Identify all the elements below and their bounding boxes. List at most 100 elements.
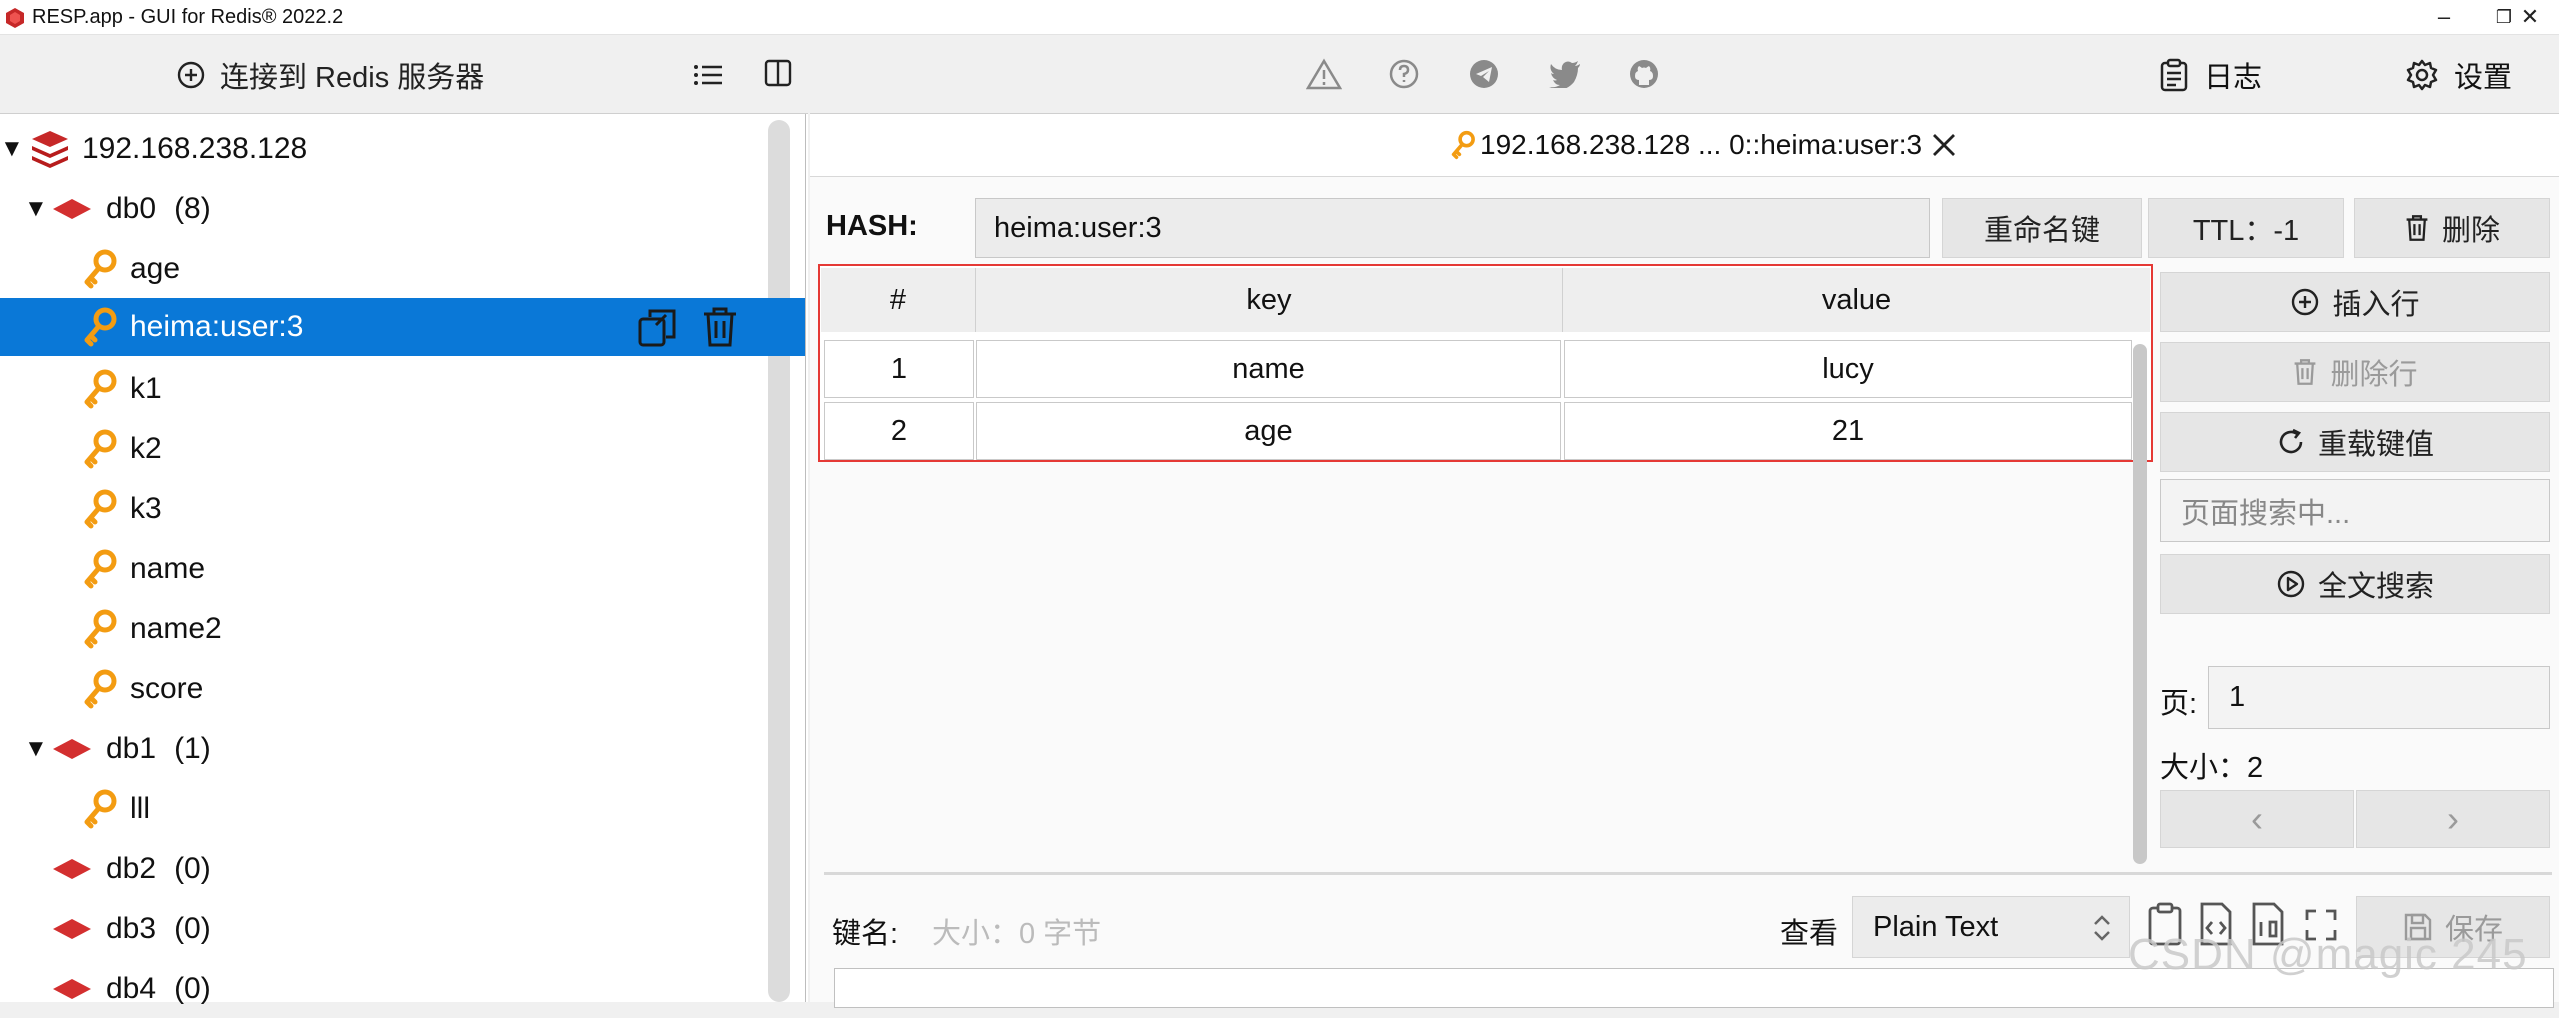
db-count: (0)	[174, 852, 211, 885]
delete-key-button[interactable]: 删除	[2354, 198, 2550, 258]
key-icon	[84, 489, 117, 529]
tree-key-k1[interactable]: k1	[82, 360, 162, 418]
database-icon	[53, 979, 91, 999]
delete-key-icon[interactable]	[700, 305, 740, 349]
tab-key-view[interactable]: 192.168.238.128 ... 0::heima:user:3	[1450, 125, 1958, 165]
tree-key-age[interactable]: age	[82, 240, 180, 298]
tree-db3[interactable]: db3 (0)	[52, 900, 211, 958]
database-icon	[53, 199, 91, 219]
play-circle-icon	[2277, 570, 2305, 598]
tree-scrollbar[interactable]	[768, 120, 790, 1002]
delete-label: 删除	[2441, 215, 2500, 247]
table-cell-key[interactable]: age	[976, 402, 1561, 460]
right-toolbar	[810, 35, 2559, 114]
help-icon[interactable]	[1388, 58, 1420, 90]
column-header-key[interactable]: key	[976, 268, 1563, 332]
key-label: k2	[130, 432, 162, 465]
tree-server[interactable]: ▼ 192.168.238.128	[0, 120, 307, 178]
reload-value-button[interactable]: 重载键值	[2160, 412, 2550, 472]
expand-arrow-icon[interactable]: ▼	[24, 195, 48, 223]
table-cell-value[interactable]: 21	[1564, 402, 2132, 460]
table-scrollbar[interactable]	[2133, 344, 2147, 864]
format-select[interactable]: Plain Text	[1852, 896, 2130, 958]
column-header-value[interactable]: value	[1563, 268, 2150, 332]
table-cell-index[interactable]: 1	[824, 340, 974, 398]
key-icon	[1451, 130, 1475, 160]
db-name: db2	[106, 852, 157, 885]
clipboard-icon	[2160, 58, 2188, 92]
server-name: 192.168.238.128	[82, 132, 308, 165]
expand-arrow-icon[interactable]: ▼	[24, 735, 48, 763]
key-label: score	[130, 672, 204, 705]
tree-key-score[interactable]: score	[82, 660, 203, 718]
db-count: (0)	[174, 972, 211, 1005]
tab-title: 192.168.238.128 ... 0::heima:user:3	[1480, 129, 1923, 160]
page-search-input[interactable]: 页面搜索中...	[2160, 479, 2550, 542]
key-icon	[84, 789, 117, 829]
key-label: name2	[130, 612, 222, 645]
telegram-icon[interactable]	[1468, 58, 1500, 90]
minimize-button[interactable]: –	[2414, 0, 2474, 34]
splitter[interactable]	[824, 872, 2552, 875]
tree-key-name[interactable]: name	[82, 540, 205, 598]
panel-split-icon[interactable]	[763, 58, 793, 88]
key-label: name	[130, 552, 206, 585]
database-icon	[53, 739, 91, 759]
database-icon	[53, 859, 91, 879]
db-name: db1	[106, 732, 157, 765]
github-icon[interactable]	[1628, 58, 1660, 90]
connect-to-redis-button[interactable]: 连接到 Redis 服务器	[176, 54, 484, 96]
plus-circle-icon	[2292, 288, 2319, 316]
db-count: (1)	[174, 732, 211, 765]
key-icon	[84, 307, 117, 347]
tree-key-name2[interactable]: name2	[82, 600, 222, 658]
close-tab-icon[interactable]	[1930, 131, 1958, 159]
tree-db2[interactable]: db2 (0)	[52, 840, 211, 898]
close-button[interactable]: ✕	[2500, 0, 2559, 34]
list-view-icon[interactable]	[692, 62, 724, 88]
key-label: k1	[130, 372, 162, 405]
tree-db0[interactable]: ▼ db0 (8)	[24, 180, 211, 238]
key-icon	[84, 609, 117, 649]
tree-db4[interactable]: db4 (0)	[52, 960, 211, 1018]
settings-button[interactable]: 设置	[2406, 54, 2512, 96]
plus-circle-icon	[177, 61, 205, 89]
copy-key-icon[interactable]	[636, 305, 680, 349]
db-count: (0)	[174, 912, 211, 945]
table-cell-index[interactable]: 2	[824, 402, 974, 460]
server-stack-icon	[32, 131, 68, 168]
insert-row-button[interactable]: 插入行	[2160, 272, 2550, 332]
twitter-icon[interactable]	[1548, 60, 1582, 88]
key-type-label: HASH:	[826, 210, 918, 242]
rename-key-button[interactable]: 重命名键	[1942, 198, 2142, 258]
delete-row-label: 删除行	[2330, 359, 2418, 391]
table-cell-key[interactable]: name	[976, 340, 1561, 398]
expand-arrow-icon[interactable]: ▼	[0, 135, 24, 163]
delete-row-button[interactable]: 删除行	[2160, 342, 2550, 402]
warning-icon[interactable]	[1306, 58, 1342, 90]
key-label: k3	[130, 492, 162, 525]
key-icon	[84, 669, 117, 709]
log-button[interactable]: 日志	[2160, 54, 2262, 96]
table-cell-value[interactable]: lucy	[1564, 340, 2132, 398]
key-label: heima:user:3	[130, 310, 304, 343]
page-number-input[interactable]: 1	[2208, 666, 2550, 729]
tree-key-heima-user-3[interactable]: heima:user:3	[82, 298, 303, 356]
tree-key-lll[interactable]: lll	[82, 780, 150, 838]
page-label: 页:	[2160, 688, 2198, 720]
updown-chevron-icon	[2094, 915, 2110, 941]
key-label: age	[130, 252, 181, 285]
tree-key-k2[interactable]: k2	[82, 420, 162, 478]
watermark: CSDN @magic 245	[2128, 930, 2528, 979]
fulltext-search-button[interactable]: 全文搜索	[2160, 554, 2550, 614]
tree-key-k3[interactable]: k3	[82, 480, 162, 538]
ttl-button[interactable]: TTL：-1	[2148, 198, 2344, 258]
next-page-button[interactable]: ›	[2356, 790, 2550, 848]
key-name-field[interactable]: heima:user:3	[975, 198, 1930, 258]
prev-page-button[interactable]: ‹	[2160, 790, 2354, 848]
refresh-icon	[2279, 428, 2303, 454]
tree-db1[interactable]: ▼ db1 (1)	[24, 720, 211, 778]
view-as-label: 查看	[1780, 918, 1839, 950]
column-header-index[interactable]: #	[821, 268, 976, 332]
value-size-hint: 大小：0 字节	[932, 918, 1102, 950]
